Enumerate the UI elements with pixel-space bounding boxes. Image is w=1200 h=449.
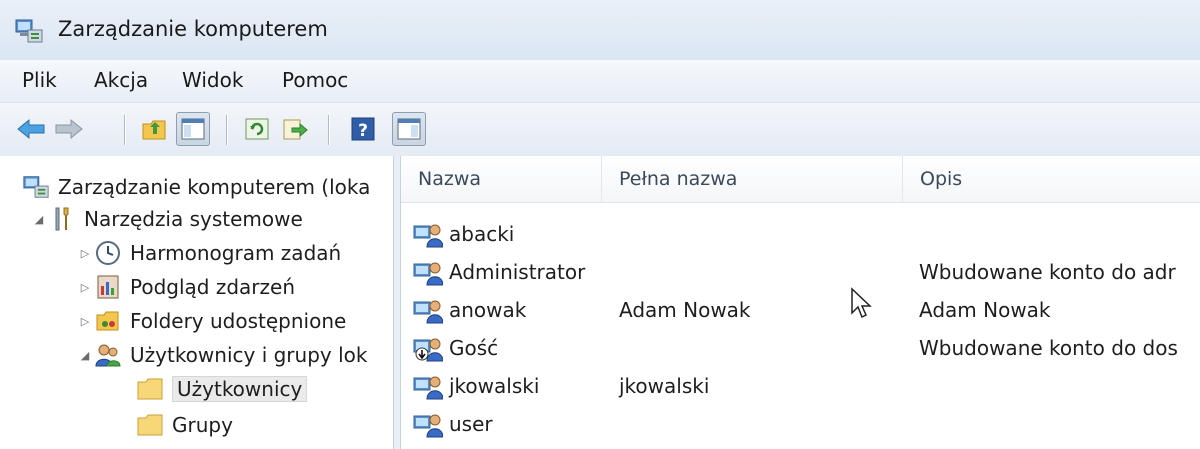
tree-item-label: Podgląd zdarzeń <box>130 275 295 299</box>
table-row[interactable]: Gość Wbudowane konto do dos <box>401 330 1200 368</box>
window-title: Zarządzanie komputerem <box>58 17 328 41</box>
tree-item-users[interactable]: Użytkownicy <box>136 372 308 406</box>
show-hide-console-tree-icon <box>181 118 205 140</box>
cell-name: Gość <box>449 336 499 360</box>
help-button[interactable]: ? <box>346 112 380 146</box>
table-row[interactable]: abacki <box>401 216 1200 254</box>
menu-pomoc[interactable]: Pomoc <box>282 68 348 92</box>
tree-item-label: Użytkownicy i grupy lok <box>130 343 368 367</box>
user-list: Nazwa Pełna nazwa Opis abacki Administra… <box>401 156 1200 449</box>
tree-item-local-users-groups[interactable]: ◢ Użytkownicy i grupy lok <box>76 338 368 372</box>
tree-item-label: Harmonogram zadań <box>130 241 342 265</box>
forward-button[interactable] <box>52 112 86 146</box>
pane-splitter[interactable] <box>394 156 401 449</box>
shared-folder-icon <box>94 307 122 335</box>
title-bar: Zarządzanie komputerem <box>0 0 1200 61</box>
toolbar: ? <box>0 103 1200 157</box>
column-header-full-name[interactable]: Pełna nazwa <box>602 156 903 202</box>
collapsed-arrow-icon[interactable]: ▷ <box>76 281 94 294</box>
cell-name: abacki <box>449 222 515 246</box>
menu-akcja[interactable]: Akcja <box>94 68 148 92</box>
console-tree: Zarządzanie komputerem (loka ◢ Narzędzia… <box>0 156 394 449</box>
tree-item-task-scheduler[interactable]: ▷ Harmonogram zadań <box>76 236 341 270</box>
refresh-button[interactable] <box>240 112 274 146</box>
cell-name: jkowalski <box>449 374 540 398</box>
refresh-icon <box>245 118 269 140</box>
tree-item-label-selected: Użytkownicy <box>172 376 308 402</box>
help-icon: ? <box>351 117 375 141</box>
computer-management-icon <box>22 173 50 201</box>
table-row[interactable]: Administrator Wbudowane konto do adr <box>401 254 1200 292</box>
cell-description: Adam Nowak <box>919 298 1051 322</box>
folder-icon <box>136 375 164 403</box>
computer-management-icon <box>15 19 43 43</box>
export-list-button[interactable] <box>278 112 312 146</box>
cell-name: anowak <box>449 298 527 322</box>
back-arrow-icon <box>17 118 45 140</box>
up-level-button[interactable] <box>138 112 172 146</box>
tree-item-groups[interactable]: Grupy <box>136 408 233 442</box>
forward-arrow-icon <box>55 118 83 140</box>
menu-plik[interactable]: Plik <box>22 68 57 92</box>
tree-item-label: Zarządzanie komputerem (loka <box>58 175 371 199</box>
show-console-tree-button[interactable] <box>176 112 210 146</box>
tree-item-label: Grupy <box>172 413 233 437</box>
expanded-arrow-icon[interactable]: ◢ <box>76 349 94 362</box>
up-folder-icon <box>142 120 166 140</box>
cell-description: Wbudowane konto do adr <box>919 260 1176 284</box>
tree-item-shared-folders[interactable]: ▷ Foldery udostępnione <box>76 304 347 338</box>
collapsed-arrow-icon[interactable]: ▷ <box>76 315 94 328</box>
menu-bar: Plik Akcja Widok Pomoc <box>0 60 1200 103</box>
back-button[interactable] <box>14 112 48 146</box>
collapsed-arrow-icon[interactable]: ▷ <box>76 247 94 260</box>
cell-full-name: jkowalski <box>619 374 710 398</box>
tree-item-computer-management[interactable]: Zarządzanie komputerem (loka <box>22 170 370 204</box>
toolbar-separator <box>124 115 126 145</box>
show-action-pane-button[interactable] <box>392 112 426 146</box>
cell-description: Wbudowane konto do dos <box>919 336 1178 360</box>
tree-item-event-viewer[interactable]: ▷ Podgląd zdarzeń <box>76 270 295 304</box>
mouse-cursor-icon <box>851 287 872 319</box>
table-row[interactable]: anowak Adam Nowak Adam Nowak <box>401 292 1200 330</box>
table-row[interactable]: jkowalski jkowalski <box>401 368 1200 406</box>
menu-widok[interactable]: Widok <box>182 68 243 92</box>
cell-full-name: Adam Nowak <box>619 298 751 322</box>
event-viewer-icon <box>94 273 122 301</box>
svg-text:?: ? <box>358 121 368 141</box>
cell-name: user <box>449 412 493 436</box>
clock-icon <box>94 239 122 267</box>
tree-item-label: Foldery udostępnione <box>130 309 347 333</box>
toolbar-separator <box>226 115 228 145</box>
user-icon <box>413 300 443 324</box>
expanded-arrow-icon[interactable]: ◢ <box>30 213 48 226</box>
table-row[interactable]: user <box>401 406 1200 444</box>
users-groups-icon <box>94 341 122 369</box>
tools-icon <box>48 205 76 233</box>
toolbar-separator <box>328 115 330 145</box>
disabled-user-icon <box>413 338 443 362</box>
tree-item-label: Narzędzia systemowe <box>84 207 303 231</box>
user-icon <box>413 262 443 286</box>
folder-icon <box>136 411 164 439</box>
user-icon <box>413 376 443 400</box>
column-header-description[interactable]: Opis <box>903 156 1200 202</box>
column-header-name[interactable]: Nazwa <box>401 156 602 202</box>
cell-name: Administrator <box>449 260 586 284</box>
export-list-icon <box>283 119 308 140</box>
tree-item-system-tools[interactable]: ◢ Narzędzia systemowe <box>30 202 303 236</box>
show-hide-action-pane-icon <box>397 118 421 140</box>
user-icon <box>413 224 443 248</box>
user-icon <box>413 414 443 438</box>
